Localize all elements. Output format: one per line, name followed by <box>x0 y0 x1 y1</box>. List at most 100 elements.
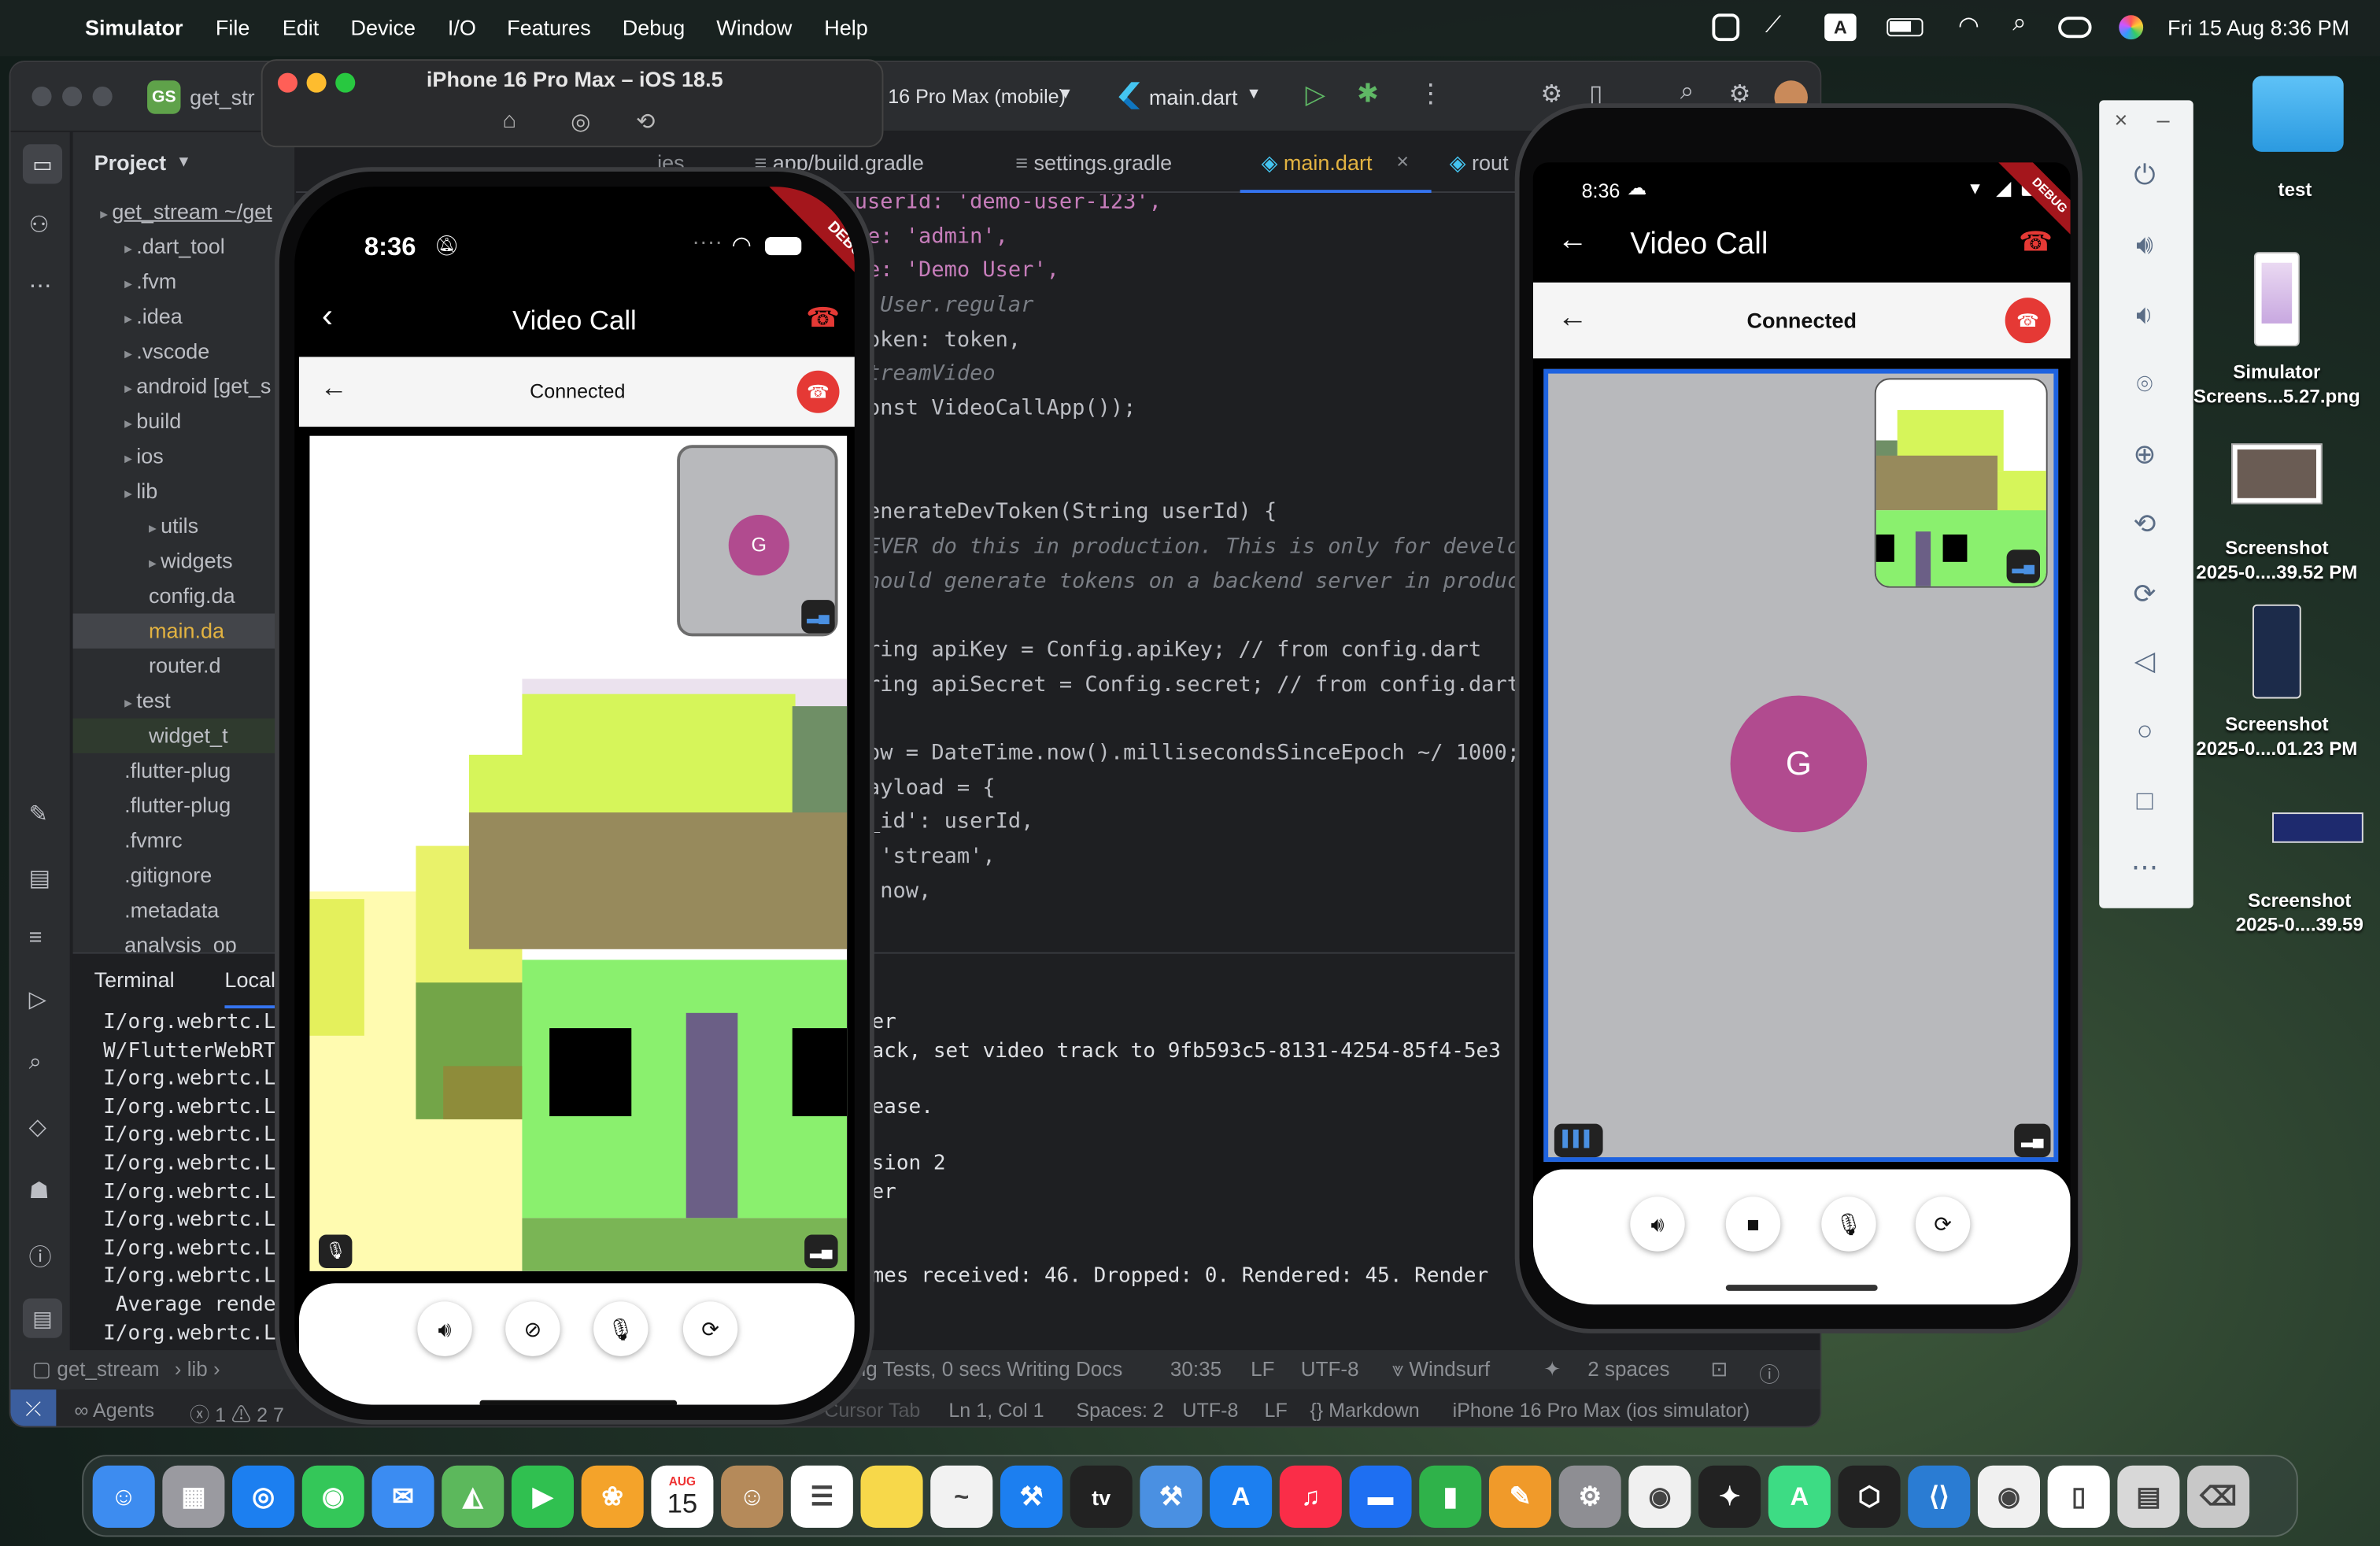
dock-system-settings-icon[interactable]: ⚙ <box>1558 1465 1621 1528</box>
chevron-right-icon[interactable]: ▸ <box>124 696 136 712</box>
problems-count[interactable]: ⓧ 1 ⚠ 2 7 <box>190 1399 284 1426</box>
overview-icon[interactable]: □ <box>2122 778 2168 823</box>
chevron-down-icon[interactable]: ▾ <box>1061 82 1070 103</box>
png-file-icon[interactable] <box>2253 252 2300 346</box>
terminal-icon[interactable]: ▤ <box>22 1298 63 1338</box>
tab-terminal[interactable]: Terminal <box>94 967 175 992</box>
window-close-button[interactable] <box>31 86 52 107</box>
camera-icon[interactable]: ■ <box>1725 1196 1781 1252</box>
end-call-button[interactable]: ☎ <box>796 370 840 413</box>
folder-icon[interactable]: ▭ <box>22 144 63 184</box>
dock-android-studio-icon[interactable]: A <box>1768 1465 1831 1528</box>
project-badge[interactable]: GS <box>147 80 181 114</box>
desktop-item-label[interactable]: test <box>2216 178 2374 202</box>
tree-item[interactable]: analysis_op <box>73 928 295 952</box>
structure-icon[interactable]: ⚇ <box>29 211 50 239</box>
dock-xcode-icon[interactable]: ⚒ <box>1000 1465 1062 1528</box>
remote-icon[interactable]: ⤫ <box>10 1389 57 1426</box>
chevron-right-icon[interactable]: ▸ <box>124 346 136 363</box>
layers-icon[interactable]: ≡ <box>29 925 42 951</box>
chevron-right-icon[interactable]: ▸ <box>100 206 112 223</box>
dock-numbers-icon[interactable]: ▮ <box>1419 1465 1482 1528</box>
zoom-icon[interactable]: ⊕ <box>2122 431 2168 477</box>
rotate-right-icon[interactable]: ⟳ <box>2122 571 2168 616</box>
run-config-selector[interactable]: main.dart <box>1149 85 1238 109</box>
wifi-icon[interactable]: ◠ <box>1958 11 1979 42</box>
terminal-icon[interactable]: ▤ <box>29 864 50 892</box>
more-icon[interactable]: ⋯ <box>29 272 52 299</box>
tree-item[interactable]: ▸ utils <box>73 509 295 543</box>
menu-edit[interactable]: Edit <box>283 15 320 39</box>
volume-down-icon[interactable]: 🔉︎ <box>2122 291 2168 337</box>
control-center-icon[interactable] <box>2058 17 2092 39</box>
status-position[interactable]: 30:35 <box>1170 1358 1221 1381</box>
local-video-pip[interactable]: G ▂▄ <box>677 445 838 637</box>
pencil-off-icon[interactable]: ⟋ <box>1765 12 1781 38</box>
chevron-down-icon[interactable]: ▾ <box>1249 82 1258 103</box>
chevron-right-icon[interactable]: ▸ <box>124 276 136 293</box>
hangup-icon[interactable]: ☎ <box>2019 226 2053 258</box>
chevron-down-icon[interactable]: ▾ <box>179 150 189 172</box>
desktop-item-label[interactable]: Screenshot 2025-0....39.59 <box>2219 889 2380 938</box>
eol-item[interactable]: LF <box>1264 1399 1287 1422</box>
breadcrumb-lib[interactable]: › lib › <box>175 1358 220 1381</box>
window-zoom-button[interactable] <box>335 72 356 93</box>
microphone-icon[interactable]: 🎙︎ <box>593 1301 649 1356</box>
desktop-item-label[interactable]: Screenshot 2025-0....39.52 PM <box>2186 536 2367 585</box>
tree-item[interactable]: .flutter-plug <box>73 788 295 823</box>
screenshot-file-icon[interactable] <box>2272 812 2363 843</box>
tree-item[interactable]: .fvmrc <box>73 823 295 858</box>
tree-item[interactable]: ▸ .fvm <box>73 264 295 299</box>
dock-calendar-icon[interactable]: AUG 15 <box>651 1465 714 1528</box>
tree-item[interactable]: ▸ build <box>73 404 295 438</box>
menu-device[interactable]: Device <box>350 15 416 39</box>
chevron-right-icon[interactable]: ▸ <box>124 381 136 398</box>
dock-safari-icon[interactable]: ◎ <box>232 1465 295 1528</box>
tree-item[interactable]: router.d <box>73 649 295 683</box>
minimize-icon[interactable]: – <box>2156 108 2169 134</box>
run-icon[interactable]: ▷ <box>29 986 46 1013</box>
window-zoom-button[interactable] <box>92 86 113 107</box>
search-icon[interactable]: ⌕ <box>2012 11 2026 39</box>
switch-camera-icon[interactable]: ⟳ <box>682 1301 738 1356</box>
menu-debug[interactable]: Debug <box>623 15 686 39</box>
menu-app-name[interactable]: Simulator <box>85 15 183 39</box>
sparkle-icon[interactable]: ✦ <box>1543 1358 1561 1382</box>
tree-item[interactable]: ▸ ios <box>73 439 295 474</box>
folder-icon[interactable] <box>2252 76 2344 152</box>
menu-features[interactable]: Features <box>507 15 591 39</box>
dock-pages-icon[interactable]: ✎ <box>1488 1465 1551 1528</box>
status-indent[interactable]: 2 spaces <box>1587 1358 1669 1381</box>
chevron-right-icon[interactable]: ▸ <box>124 486 136 502</box>
language-item[interactable]: {} Markdown <box>1310 1399 1419 1422</box>
dock-mail-icon[interactable]: ✉ <box>371 1465 434 1528</box>
dock-figma-icon[interactable]: ✦ <box>1698 1465 1761 1528</box>
microphone-icon[interactable]: 🎙︎ <box>1821 1196 1876 1252</box>
project-panel-title[interactable]: Project <box>94 150 167 175</box>
tree-item[interactable]: ▸ widgets <box>73 544 295 579</box>
menu-io[interactable]: I/O <box>448 15 476 39</box>
agents-item[interactable]: ∞ Agents <box>74 1399 154 1422</box>
dock-trash-icon[interactable]: ⌫ <box>2187 1465 2250 1528</box>
rotate-left-icon[interactable]: ⟲ <box>2122 501 2168 547</box>
desktop-item-label[interactable]: Simulator Screens...5.27.png <box>2186 360 2367 409</box>
close-icon[interactable]: × <box>2114 108 2127 134</box>
home-icon[interactable]: ○ <box>2122 708 2168 753</box>
chevron-right-icon[interactable]: ▸ <box>124 416 136 433</box>
device-selector[interactable]: 16 Pro Max (mobile) <box>888 85 1066 108</box>
dock-chrome-canary-icon[interactable]: ◉ <box>1977 1465 2040 1528</box>
breadcrumb-root[interactable]: ▢ get_stream <box>31 1358 159 1382</box>
menu-help[interactable]: Help <box>824 15 868 39</box>
status-windsurf[interactable]: ⩔ Windsurf <box>1391 1358 1490 1382</box>
lock-icon[interactable]: ⊡ <box>1710 1358 1728 1382</box>
debug-icon[interactable]: ✱ <box>1357 79 1378 109</box>
dock-photos-icon[interactable]: ❀ <box>581 1465 644 1528</box>
camera-icon[interactable]: ⌾ <box>2122 361 2168 407</box>
tree-item[interactable]: ▸ .idea <box>73 299 295 334</box>
chevron-right-icon[interactable]: ▸ <box>124 242 136 258</box>
menu-file[interactable]: File <box>216 15 250 39</box>
gesture-bar[interactable] <box>1725 1285 1878 1291</box>
local-video-pip[interactable]: ▂▄ <box>1874 378 2048 588</box>
encoding-item[interactable]: UTF-8 <box>1182 1399 1238 1422</box>
dock-facetime-icon[interactable]: ▶ <box>511 1465 574 1528</box>
